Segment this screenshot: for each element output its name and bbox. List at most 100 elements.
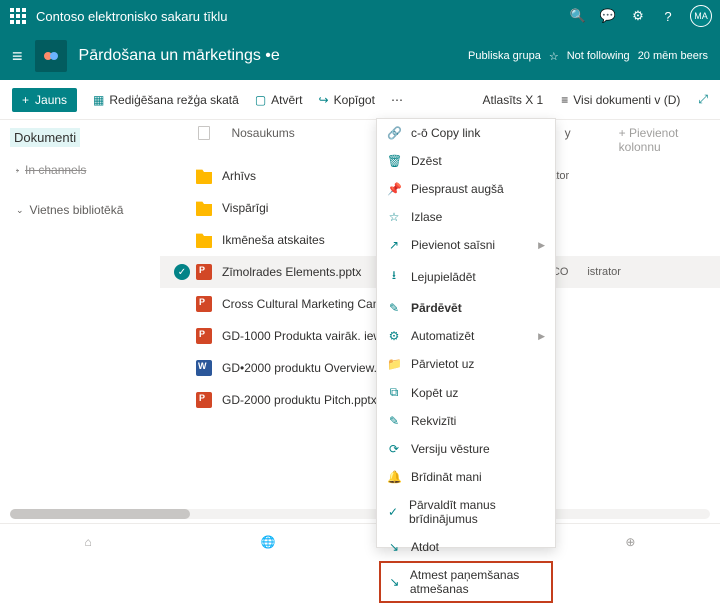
menu-label: Piespraust augšā xyxy=(411,182,504,196)
menu-icon: ⭳ xyxy=(387,266,401,287)
edit-grid-button[interactable]: ▦ Rediģēšana režģa skatā xyxy=(93,93,239,107)
pptx-icon xyxy=(196,392,212,408)
globe-icon[interactable]: 🌐 xyxy=(261,535,276,549)
home-icon[interactable]: ⌂ xyxy=(85,535,92,549)
avatar[interactable]: MA xyxy=(690,5,712,27)
left-nav: Dokumenti › In channels ⌄ Vietnes biblio… xyxy=(0,120,160,519)
menu-item[interactable]: ⚙Automatizēt▶ xyxy=(377,322,555,350)
settings-icon[interactable]: ⚙ xyxy=(630,8,646,24)
site-title: Pārdošana un mārketings •e xyxy=(79,47,280,65)
view-switcher[interactable]: ≡ Visi dokumenti v (D) xyxy=(561,93,680,107)
selection-count: Atlasīts X 1 xyxy=(483,93,544,107)
bottom-bar: ⌂ 🌐 ▭ ⊕ xyxy=(0,523,720,553)
menu-icon: ✎ xyxy=(387,301,401,315)
menu-item[interactable]: ✎ Rekvizīti xyxy=(377,407,555,435)
content-area: Dokumenti › In channels ⌄ Vietnes biblio… xyxy=(0,120,720,519)
more-button[interactable]: ⋯ xyxy=(391,93,403,107)
menu-item[interactable]: ↗ Pievienot saīsni ▶ xyxy=(377,231,555,259)
open-button[interactable]: ▢ Atvērt xyxy=(255,93,303,107)
menu-icon: ↗ xyxy=(387,238,401,252)
menu-item[interactable]: 📁 Pārvietot uz xyxy=(377,350,555,378)
menu-item[interactable]: ⭳ Lejupielādēt xyxy=(377,259,555,294)
plus-icon: + xyxy=(22,93,29,107)
menu-label: Pārvietot uz xyxy=(411,357,474,371)
menu-label: Pārdēvēt xyxy=(411,301,462,315)
suite-title: Contoso elektronisko sakaru tīklu xyxy=(36,9,227,24)
menu-label: c-ō Copy link xyxy=(411,126,480,140)
new-button[interactable]: + Jauns xyxy=(12,88,77,112)
open-icon: ▢ xyxy=(255,93,266,107)
menu-item[interactable]: ☆Izlase xyxy=(377,203,555,231)
add-col-label: Pievienot kolonnu xyxy=(619,126,679,154)
menu-label: Brīdināt mani xyxy=(411,470,482,484)
add-icon[interactable]: ⊕ xyxy=(625,535,635,549)
menu-label: Pārvaldīt manus brīdinājumus xyxy=(409,498,545,526)
chat-icon[interactable]: 💬 xyxy=(600,8,616,24)
command-bar: + Jauns ▦ Rediģēšana režģa skatā ▢ Atvēr… xyxy=(0,80,720,120)
member-count[interactable]: 20 mēm beers xyxy=(638,50,708,62)
expand-icon[interactable]: ⤢ xyxy=(698,92,708,107)
menu-icon: 📁 xyxy=(387,357,401,371)
horizontal-scrollbar[interactable] xyxy=(10,509,710,519)
menu-icon: ⧉ xyxy=(387,385,401,400)
pptx-icon xyxy=(196,296,212,312)
chevron-right-icon: ▶ xyxy=(538,331,545,342)
tree-library[interactable]: ⌄ Vietnes bibliotēkā xyxy=(10,197,150,223)
list-icon: ≡ xyxy=(561,93,568,107)
site-logo[interactable] xyxy=(35,40,67,72)
hamburger-icon[interactable]: ≡ xyxy=(12,46,23,67)
menu-icon: ⟳ xyxy=(387,442,401,456)
menu-label: Lejupielādēt xyxy=(411,270,476,284)
menu-icon: 📌 xyxy=(387,182,401,196)
chevron-down-icon: ⌄ xyxy=(16,205,24,216)
help-icon[interactable]: ? xyxy=(660,8,676,24)
menu-item[interactable]: ✎ Pārdēvēt xyxy=(377,294,555,322)
menu-item[interactable]: 📌 Piespraust augšā xyxy=(377,175,555,203)
folder-icon xyxy=(196,168,212,184)
share-label: Kopīgot xyxy=(334,93,375,107)
menu-item[interactable]: 🔔 Brīdināt mani xyxy=(377,463,555,491)
menu-item[interactable]: ↘ Atdot xyxy=(377,533,555,561)
add-column[interactable]: + Pievienot kolonnu xyxy=(619,126,720,154)
menu-label: Atdot xyxy=(411,540,439,554)
folder-icon xyxy=(196,200,212,216)
menu-label: Rekvizīti xyxy=(411,414,456,428)
menu-item[interactable]: ↘Atmest paņemšanas atmešanas xyxy=(379,561,553,603)
menu-label: Dzēst xyxy=(411,154,442,168)
menu-item[interactable]: 🔗 c-ō Copy link xyxy=(377,119,555,147)
follow-status[interactable]: Not following xyxy=(567,50,630,62)
view-label: Visi dokumenti v (D) xyxy=(573,93,680,107)
col-by[interactable]: y xyxy=(565,126,571,154)
menu-item[interactable]: ⧉Kopēt uz xyxy=(377,378,555,407)
menu-icon: ✎ xyxy=(387,414,401,428)
search-icon[interactable]: 🔍 xyxy=(570,8,586,24)
open-label: Atvērt xyxy=(271,93,302,107)
star-icon[interactable]: ☆ xyxy=(549,50,559,63)
edit-label: Rediģēšana režģa skatā xyxy=(109,93,238,107)
share-icon: ↪ xyxy=(319,93,329,107)
folder-icon xyxy=(196,232,212,248)
menu-icon: 🔔 xyxy=(387,470,401,484)
menu-item[interactable]: ✓Pārvaldīt manus brīdinājumus xyxy=(377,491,555,533)
context-menu: 🔗 c-ō Copy link 🗑Dzēst 📌 Piespraust augšā ☆Iz… xyxy=(376,118,556,548)
modified-by: istrator xyxy=(587,266,621,278)
chevron-right-icon: ▶ xyxy=(538,240,545,251)
app-launcher-icon[interactable] xyxy=(8,6,28,26)
pptx-icon xyxy=(196,264,212,280)
tree-channels[interactable]: › In channels xyxy=(10,157,150,183)
menu-icon: ↘ xyxy=(387,540,401,554)
menu-label: Pievienot saīsni xyxy=(411,238,495,252)
tree-label: Vietnes bibliotēkā xyxy=(30,203,124,217)
menu-item[interactable]: ⟳Versiju vēsture xyxy=(377,435,555,463)
scroll-thumb[interactable] xyxy=(10,509,190,519)
new-label: Jauns xyxy=(35,93,67,107)
menu-icon: 🔗 xyxy=(387,126,401,140)
file-icon-placeholder xyxy=(198,126,213,154)
menu-icon: ⚙ xyxy=(387,329,401,343)
menu-item[interactable]: 🗑Dzēst xyxy=(377,147,555,175)
docx-icon xyxy=(196,360,212,376)
share-button[interactable]: ↪ Kopīgot xyxy=(319,93,375,107)
tree-label: In channels xyxy=(25,163,86,177)
checkmark-icon[interactable]: ✓ xyxy=(174,264,190,280)
grid-icon: ▦ xyxy=(93,93,104,107)
